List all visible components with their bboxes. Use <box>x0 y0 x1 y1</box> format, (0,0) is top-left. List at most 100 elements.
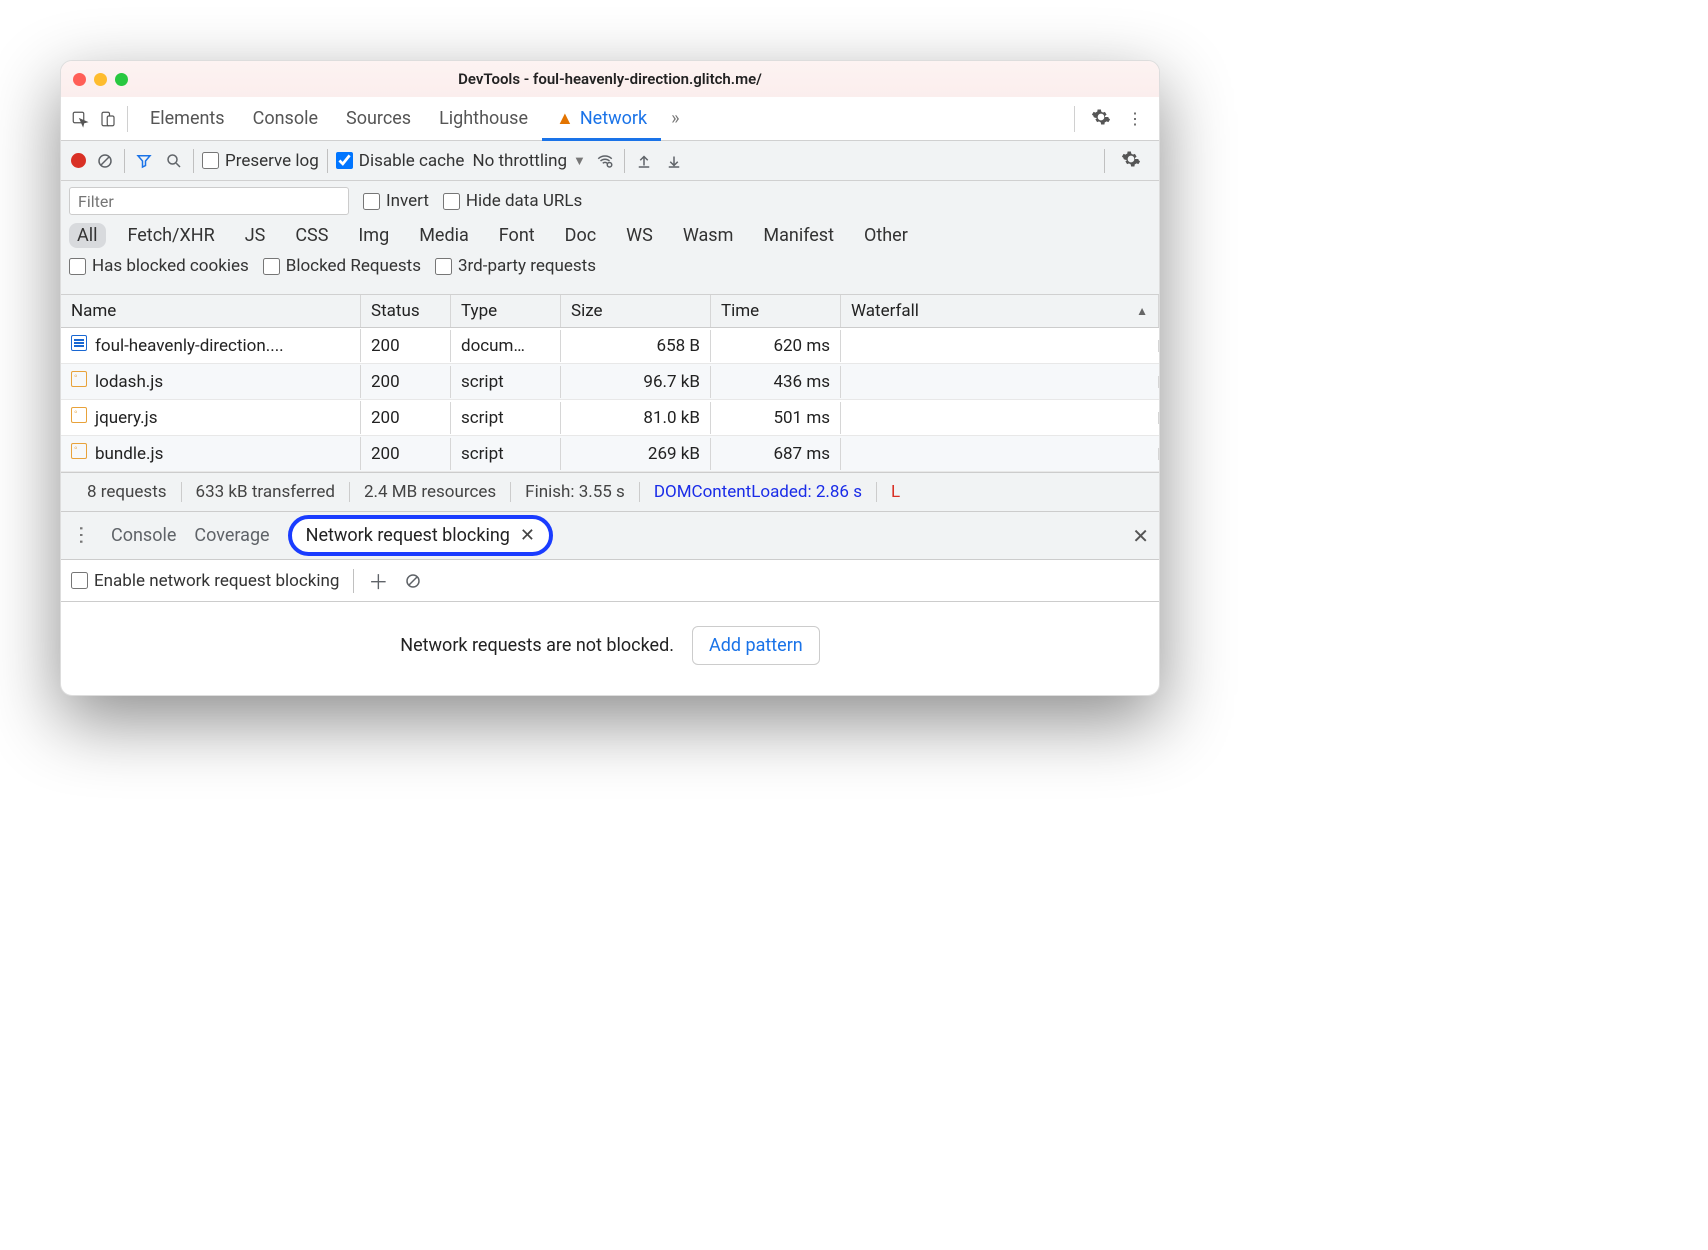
col-waterfall-label: Waterfall <box>851 301 919 321</box>
invert-checkbox[interactable]: Invert <box>363 191 429 211</box>
add-pattern-button[interactable]: Add pattern <box>692 626 820 665</box>
col-name[interactable]: Name <box>61 295 361 327</box>
cell-status: 200 <box>361 438 451 470</box>
resource-type-filters: All Fetch/XHR JS CSS Img Media Font Doc WS Wasm Ma… <box>69 223 1151 248</box>
summary-bar: 8 requests 633 kB transferred 2.4 MB res… <box>61 472 1159 512</box>
preserve-log-label: Preserve log <box>225 151 319 171</box>
third-party-label: 3rd-party requests <box>458 256 596 276</box>
drawer-tab-label: Network request blocking <box>306 525 510 546</box>
tab-lighthouse[interactable]: Lighthouse <box>425 97 542 141</box>
close-tab-icon[interactable]: ✕ <box>520 525 535 546</box>
type-filter-ws[interactable]: WS <box>618 223 661 248</box>
chevron-down-icon: ▼ <box>573 153 586 169</box>
cell-status: 200 <box>361 402 451 434</box>
cell-time: 501 ms <box>711 402 841 434</box>
clear-icon[interactable] <box>94 150 116 172</box>
cell-type: script <box>451 438 561 470</box>
summary-resources: 2.4 MB resources <box>350 482 511 502</box>
settings-gear-icon[interactable] <box>1083 107 1119 131</box>
enable-blocking-checkbox[interactable]: Enable network request blocking <box>71 571 339 591</box>
type-filter-media[interactable]: Media <box>411 223 477 248</box>
drawer-tab-network-request-blocking[interactable]: Network request blocking ✕ <box>288 515 553 556</box>
window-title: DevTools - foul-heavenly-direction.glitc… <box>61 70 1159 88</box>
hide-data-urls-label: Hide data URLs <box>466 191 582 211</box>
cell-size: 96.7 kB <box>561 366 711 398</box>
device-toggle-icon[interactable] <box>97 108 119 130</box>
table-row[interactable]: foul-heavenly-direction....200docum…658 … <box>61 328 1159 364</box>
tab-elements[interactable]: Elements <box>136 97 239 141</box>
download-har-icon[interactable] <box>663 150 685 172</box>
summary-finish: Finish: 3.55 s <box>511 482 640 502</box>
preserve-log-checkbox[interactable]: Preserve log <box>202 151 319 171</box>
network-toolbar: Preserve log Disable cache No throttling… <box>61 141 1159 181</box>
throttling-select[interactable]: No throttling▼ <box>472 151 585 171</box>
network-settings-gear-icon[interactable] <box>1113 149 1149 173</box>
main-tabs: Elements Console Sources Lighthouse ▲ Ne… <box>61 97 1159 141</box>
search-icon[interactable] <box>163 150 185 172</box>
blocked-requests-checkbox[interactable]: Blocked Requests <box>263 256 421 276</box>
summary-dcl: DOMContentLoaded: 2.86 s <box>640 482 877 502</box>
tab-network[interactable]: ▲ Network <box>542 97 661 141</box>
cell-name: lodash.js <box>61 365 361 398</box>
type-filter-fetch-xhr[interactable]: Fetch/XHR <box>120 223 223 248</box>
drawer-tab-console[interactable]: Console <box>111 525 176 546</box>
filter-funnel-icon[interactable] <box>133 150 155 172</box>
empty-state: Network requests are not blocked. Add pa… <box>61 602 1159 695</box>
type-filter-manifest[interactable]: Manifest <box>755 223 842 248</box>
col-time[interactable]: Time <box>711 295 841 327</box>
drawer-tabs: ⋯ Console Coverage Network request block… <box>61 512 1159 560</box>
close-drawer-icon[interactable]: ✕ <box>1132 524 1149 548</box>
tab-sources[interactable]: Sources <box>332 97 425 141</box>
cell-time: 687 ms <box>711 438 841 470</box>
invert-label: Invert <box>386 191 429 211</box>
type-filter-wasm[interactable]: Wasm <box>675 223 742 248</box>
type-filter-css[interactable]: CSS <box>287 223 336 248</box>
type-filter-other[interactable]: Other <box>856 223 916 248</box>
drawer-menu-icon[interactable]: ⋯ <box>70 525 94 547</box>
table-row[interactable]: jquery.js200script81.0 kB501 ms <box>61 400 1159 436</box>
cell-name: jquery.js <box>61 401 361 434</box>
document-icon <box>71 335 87 351</box>
cell-size: 269 kB <box>561 438 711 470</box>
type-filter-img[interactable]: Img <box>350 223 397 248</box>
cell-time: 436 ms <box>711 366 841 398</box>
type-filter-doc[interactable]: Doc <box>557 223 605 248</box>
sort-indicator-icon: ▲ <box>1136 304 1148 318</box>
inspect-icon[interactable] <box>69 108 91 130</box>
warning-icon: ▲ <box>556 108 574 129</box>
type-filter-font[interactable]: Font <box>491 223 543 248</box>
disable-cache-label: Disable cache <box>359 151 465 171</box>
third-party-checkbox[interactable]: 3rd-party requests <box>435 256 596 276</box>
record-button[interactable] <box>71 153 86 168</box>
filter-input[interactable] <box>69 187 349 215</box>
cell-size: 658 B <box>561 330 711 362</box>
drawer-tab-coverage[interactable]: Coverage <box>194 525 269 546</box>
network-conditions-icon[interactable] <box>594 150 616 172</box>
col-status[interactable]: Status <box>361 295 451 327</box>
upload-har-icon[interactable] <box>633 150 655 172</box>
type-filter-js[interactable]: JS <box>237 223 274 248</box>
filter-bar: Invert Hide data URLs All Fetch/XHR JS CSS I… <box>61 181 1159 295</box>
disable-cache-checkbox[interactable]: Disable cache <box>336 151 465 171</box>
enable-blocking-label: Enable network request blocking <box>94 571 339 591</box>
has-blocked-cookies-checkbox[interactable]: Has blocked cookies <box>69 256 249 276</box>
summary-requests: 8 requests <box>73 482 182 502</box>
col-waterfall[interactable]: Waterfall ▲ <box>841 295 1159 327</box>
cell-waterfall <box>841 448 1159 460</box>
type-filter-all[interactable]: All <box>69 223 106 248</box>
col-type[interactable]: Type <box>451 295 561 327</box>
cell-waterfall <box>841 340 1159 352</box>
add-pattern-icon[interactable]: ＋ <box>368 566 388 595</box>
table-row[interactable]: lodash.js200script96.7 kB436 ms <box>61 364 1159 400</box>
table-header: Name Status Type Size Time Waterfall ▲ <box>61 295 1159 328</box>
kebab-menu-icon[interactable]: ⋮ <box>1119 109 1151 128</box>
clear-patterns-icon[interactable] <box>402 570 424 592</box>
cell-status: 200 <box>361 366 451 398</box>
col-size[interactable]: Size <box>561 295 711 327</box>
devtools-window: DevTools - foul-heavenly-direction.glitc… <box>60 60 1160 696</box>
table-body: foul-heavenly-direction....200docum…658 … <box>61 328 1159 472</box>
more-tabs-chevron-icon[interactable]: » <box>661 108 689 129</box>
table-row[interactable]: bundle.js200script269 kB687 ms <box>61 436 1159 472</box>
tab-console[interactable]: Console <box>239 97 332 141</box>
hide-data-urls-checkbox[interactable]: Hide data URLs <box>443 191 582 211</box>
